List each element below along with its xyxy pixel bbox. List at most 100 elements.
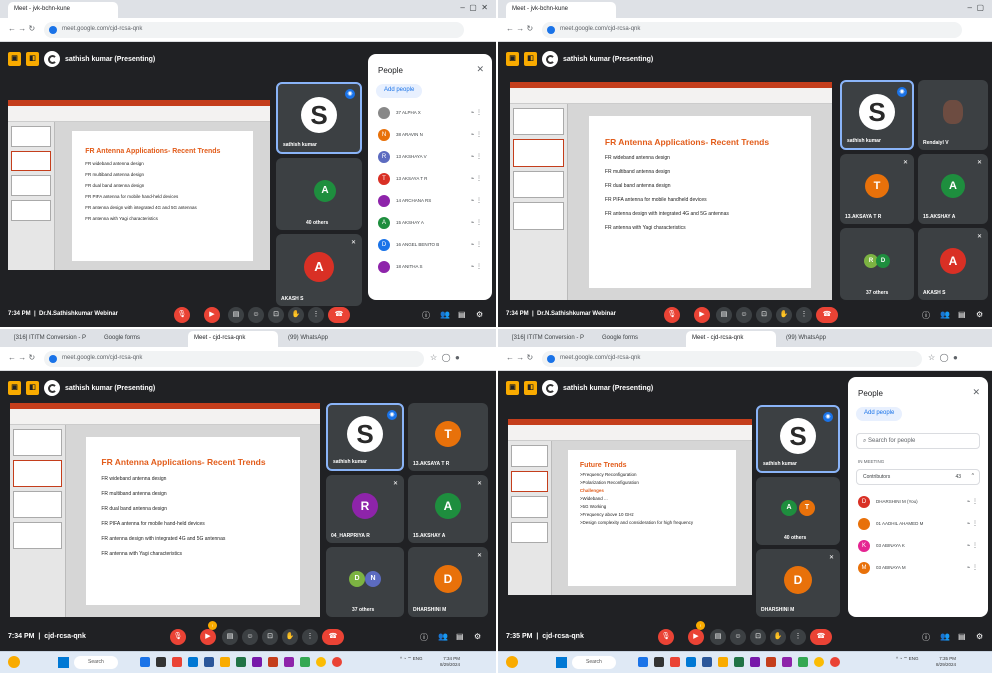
layout-icon[interactable]: ◧ [26,52,39,66]
raise-hand-button[interactable]: ✋ [776,307,792,323]
url-bar[interactable]: meet.google.com/cjd-rcsa-qnk [542,351,922,367]
close-icon[interactable]: ✕ [972,387,980,398]
window-controls[interactable]: – ▢ ✕ [460,3,488,12]
reactions-button[interactable]: ☺ [736,307,752,323]
participant-row[interactable]: D 16 ANGEL BENITO B ⌁ ⋮ [376,236,486,256]
app-icon[interactable] [782,657,792,667]
add-people-button[interactable]: Add people [856,407,903,421]
tab-conversion[interactable]: [316] ITITM Conversion - P [8,331,96,347]
app-icon[interactable] [268,657,278,667]
people-icon[interactable]: 👥 [438,632,448,641]
participant-row[interactable]: R 13 AKSHAYA V ⌁ ⋮ [376,148,486,168]
back-forward-reload-icons[interactable]: ← → ↻ [506,24,533,33]
mic-off-icon[interactable]: ⌁ ⋮ [967,498,978,505]
chat-icon[interactable]: ▤ [456,632,464,641]
site-info-icon[interactable] [547,26,555,34]
participant-row[interactable]: A 15 AKSHAY A ⌁ ⋮ [376,214,486,234]
chrome-icon[interactable] [316,657,326,667]
tab-google-forms[interactable]: Google forms [596,331,684,347]
tab-meet[interactable]: Meet - cjd-rcsa-qnk [188,331,278,347]
info-icon[interactable]: ⓘ [922,632,930,643]
tab-whatsapp[interactable]: (99) WhatsApp [282,331,372,347]
app-icon[interactable] [686,657,696,667]
layout-icon[interactable]: ◧ [524,381,537,395]
participant-tile[interactable]: ✕ R 04_HARPRIYA R [326,475,404,543]
app-icon[interactable] [140,657,150,667]
participant-row[interactable]: 14 ARCHANA RS ⌁ ⋮ [376,192,486,212]
mic-off-icon[interactable]: ⌁ ⋮ [471,197,482,204]
site-info-icon[interactable] [49,355,57,363]
info-icon[interactable]: ⓘ [420,632,428,643]
site-info-icon[interactable] [547,355,555,363]
participant-tile[interactable]: ✕ A AKASH S [276,234,362,306]
mic-off-icon[interactable]: ⌁ ⋮ [471,153,482,160]
participant-tile[interactable]: D N 37 others [326,547,404,617]
tab-google-forms[interactable]: Google forms [98,331,186,347]
participant-tile[interactable]: S ◉ sathish kumar [326,403,404,471]
people-icon[interactable]: 👥 [940,310,950,319]
app-icon[interactable] [188,657,198,667]
participant-tile[interactable]: ✕ D DHARSHINI M [408,547,488,617]
mic-off-icon[interactable]: ⌁ ⋮ [471,175,482,182]
chrome-icon[interactable] [814,657,824,667]
activities-icon[interactable]: ⚙ [476,310,483,319]
url-bar[interactable]: meet.google.com/cjd-rcsa-qnk [542,22,962,38]
participant-row[interactable]: 18 ANITHA S ⌁ ⋮ [376,258,486,278]
window-controls[interactable]: – ▢ [968,3,984,12]
people-icon[interactable]: 👥 [440,310,450,319]
add-people-button[interactable]: Add people [376,84,423,98]
site-info-icon[interactable] [49,26,57,34]
start-button[interactable] [556,657,567,668]
camera-button[interactable]: ▶ [204,307,220,323]
taskbar-search[interactable]: Search [74,656,118,669]
mic-button[interactable]: 🎙 [170,629,186,645]
app-icon[interactable] [766,657,776,667]
present-button[interactable]: ⊡ [756,307,772,323]
present-icon[interactable]: ▣ [506,52,519,66]
end-call-button[interactable]: ☎ [322,629,344,645]
camera-button[interactable]: ▶! [200,621,217,645]
participant-tile[interactable]: T 13.AKSAYA T R [408,403,488,471]
participant-tile[interactable]: ✕ A 15.AKSHAY A [918,154,988,224]
app-icon[interactable] [830,657,840,667]
tab-conversion[interactable]: [316] ITITM Conversion - P [506,331,594,347]
reactions-button[interactable]: ☺ [248,307,264,323]
app-icon[interactable] [638,657,648,667]
chevron-up-icon[interactable]: ^ [972,473,974,479]
end-call-button[interactable]: ☎ [810,629,832,645]
participant-tile[interactable]: S ◉ sathish kumar [840,80,914,150]
mic-off-icon[interactable]: ⌁ ⋮ [471,263,482,270]
raise-hand-button[interactable]: ✋ [770,629,786,645]
tab-meet[interactable]: Meet - cjd-rcsa-qnk [686,331,776,347]
camera-button[interactable]: ▶ [694,307,710,323]
layout-icon[interactable]: ◧ [26,381,39,395]
reactions-button[interactable]: ☺ [242,629,258,645]
tab-whatsapp[interactable]: (99) WhatsApp [780,331,870,347]
chat-icon[interactable]: ▤ [958,310,966,319]
participant-row[interactable]: M 03 ABINAYA M ⌁ ⋮ [856,559,982,579]
more-options-button[interactable]: ⋮ [302,629,318,645]
participant-tile[interactable]: Rendaiyl V [918,80,988,150]
participant-row[interactable]: 37 ALPHA X ⌁ ⋮ [376,104,486,124]
chat-icon[interactable]: ▤ [458,310,466,319]
captions-button[interactable]: ▤ [228,307,244,323]
participant-row[interactable]: D DHARSHINI M (You) ⌁ ⋮ [856,493,982,513]
back-forward-reload-icons[interactable]: ← → ↻ [506,353,533,362]
tab-meet[interactable]: Meet - jvk-bchn-kune [8,2,118,18]
app-icon[interactable] [750,657,760,667]
more-options-button[interactable]: ⋮ [790,629,806,645]
app-icon[interactable] [284,657,294,667]
app-icon[interactable] [654,657,664,667]
app-icon[interactable] [718,657,728,667]
participant-tile[interactable]: ✕ T 13.AKSAYA T R [840,154,914,224]
app-icon[interactable] [702,657,712,667]
app-icon[interactable] [300,657,310,667]
end-call-button[interactable]: ☎ [816,307,838,323]
reactions-button[interactable]: ☺ [730,629,746,645]
mic-off-icon[interactable]: ⌁ ⋮ [967,542,978,549]
close-icon[interactable]: ✕ [476,64,484,75]
activities-icon[interactable]: ⚙ [976,310,983,319]
mic-button[interactable]: 🎙 [658,629,674,645]
activities-icon[interactable]: ⚙ [976,632,983,641]
app-icon[interactable] [734,657,744,667]
